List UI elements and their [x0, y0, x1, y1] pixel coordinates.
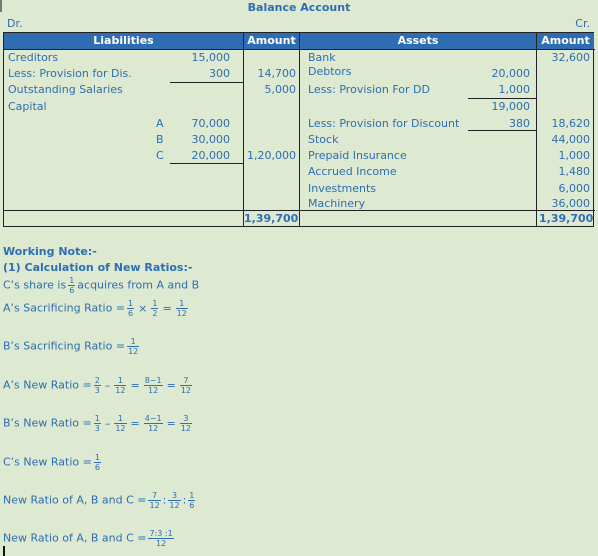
liability-creditors: Creditors — [8, 51, 59, 64]
investments-amount: 6,000 — [558, 182, 591, 195]
fraction: 4−1 12 — [143, 414, 163, 433]
fraction: 16 — [127, 299, 135, 318]
machinery-amount: 36,000 — [551, 197, 591, 210]
asset-debtors: Debtors — [308, 65, 352, 78]
prepaid-insurance-amount: 1,000 — [558, 149, 591, 162]
c-share-prefix: C’s share is — [3, 278, 67, 292]
asset-bank: Bank — [308, 51, 336, 64]
stock-amount: 44,000 — [551, 133, 591, 146]
asset-accrued-income: Accrued Income — [308, 165, 397, 178]
asset-less-provision-dd: Less: Provision For DD — [308, 83, 430, 96]
debtors-net-value: 19,000 — [491, 100, 531, 113]
header-amount-right: Amount — [537, 33, 594, 49]
capital-b-value: 30,000 — [191, 133, 231, 146]
subtotal-underline — [468, 98, 536, 99]
capital-partner-c: C — [156, 149, 164, 162]
fraction: 3 12 — [179, 414, 193, 433]
fraction: 1 12 — [114, 376, 127, 395]
capital-partner-a: A — [156, 117, 164, 130]
b-sacrificing-ratio-line: B’s Sacrificing Ratio = 1 12 — [3, 337, 140, 356]
asset-less-provision-discount: Less: Provision for Discount — [308, 117, 460, 130]
a-sacrificing-ratio-line: A’s Sacrificing Ratio = 1 6 × 1 2 = 1 12 — [3, 299, 188, 318]
fraction: 1 12 — [175, 299, 188, 318]
fraction: 8−1 12 — [143, 376, 163, 395]
assets-total: 1,39,700 — [539, 212, 594, 225]
debtors-value: 20,000 — [491, 67, 531, 80]
debtors-final-amount: 18,620 — [551, 117, 591, 130]
provision-discount-value: 380 — [509, 117, 530, 130]
capital-c-value: 20,000 — [191, 149, 231, 162]
b-new-ratio-line: B’s New Ratio = 1 3–1 12 = 4−1 12 = 3 12 — [3, 414, 193, 433]
fraction: 1 12 — [127, 337, 140, 356]
header-liabilities: Liabilities — [4, 33, 243, 49]
asset-investments: Investments — [308, 182, 377, 195]
divider — [4, 210, 595, 211]
c-share-suffix: acquires from A and B — [77, 278, 200, 292]
fraction: 16 — [93, 453, 101, 472]
capital-a-value: 70,000 — [191, 117, 231, 130]
divider — [243, 33, 244, 226]
debit-label: Dr. — [7, 17, 23, 30]
c-new-ratio-line: C’s New Ratio = 1 6 — [3, 453, 101, 472]
provision-dd-value: 1,000 — [498, 83, 531, 96]
c-share-line: C’s share is 1 6 acquires from A and B — [3, 276, 199, 295]
fraction: 16 — [188, 491, 196, 510]
fraction: 7 12 — [179, 376, 192, 395]
asset-machinery: Machinery — [308, 197, 366, 210]
provision-dis-value: 300 — [209, 67, 230, 80]
divider — [4, 49, 595, 50]
header-amount-left: Amount — [244, 33, 299, 49]
fraction: 12 — [151, 299, 159, 318]
capital-partner-b: B — [156, 133, 164, 146]
subtotal-underline — [170, 82, 243, 83]
creditors-net-amount: 14,700 — [257, 67, 297, 80]
new-ratio-fractions-line: New Ratio of A, B and C = 7 12:3 12:1 6 — [3, 491, 196, 510]
divider — [536, 33, 537, 226]
fraction: 16 — [68, 276, 76, 295]
a-new-ratio-line: A’s New Ratio = 2 3–1 12 = 8−1 12 = 7 12 — [3, 376, 192, 395]
fraction: 13 — [93, 414, 101, 433]
asset-prepaid-insurance: Prepaid Insurance — [308, 149, 407, 162]
fraction: 23 — [93, 376, 101, 395]
page-title: Balance Account — [247, 1, 351, 14]
credit-label: Cr. — [575, 17, 590, 30]
bank-amount: 32,600 — [551, 51, 591, 64]
capital-total-amount: 1,20,000 — [247, 149, 296, 162]
fraction: 3 12 — [168, 491, 181, 510]
new-ratio-final-line: New Ratio of A, B and C = 7:3 :1 12 — [3, 529, 174, 548]
working-note-heading: Working Note:- — [3, 245, 97, 258]
balance-account-table: Liabilities Amount Assets Amount Credito… — [3, 32, 595, 227]
liability-outstanding-salaries: Outstanding Salaries — [8, 83, 123, 96]
liability-capital: Capital — [8, 100, 47, 113]
liability-less-provision-dis: Less: Provision for Dis. — [8, 67, 132, 80]
creditors-value: 15,000 — [191, 51, 231, 64]
fraction: 7 12 — [148, 491, 161, 510]
text-cursor — [3, 546, 5, 556]
header-assets: Assets — [300, 33, 536, 49]
accrued-income-amount: 1,480 — [558, 165, 591, 178]
asset-stock: Stock — [308, 133, 339, 146]
divider — [299, 33, 300, 226]
fraction: 7:3 :1 12 — [148, 529, 174, 548]
fraction: 1 12 — [114, 414, 127, 433]
outstanding-salaries-amount: 5,000 — [264, 83, 297, 96]
liabilities-total: 1,39,700 — [244, 212, 299, 225]
subtotal-underline — [170, 163, 243, 164]
working-note-subheading: (1) Calculation of New Ratios:- — [3, 261, 193, 274]
